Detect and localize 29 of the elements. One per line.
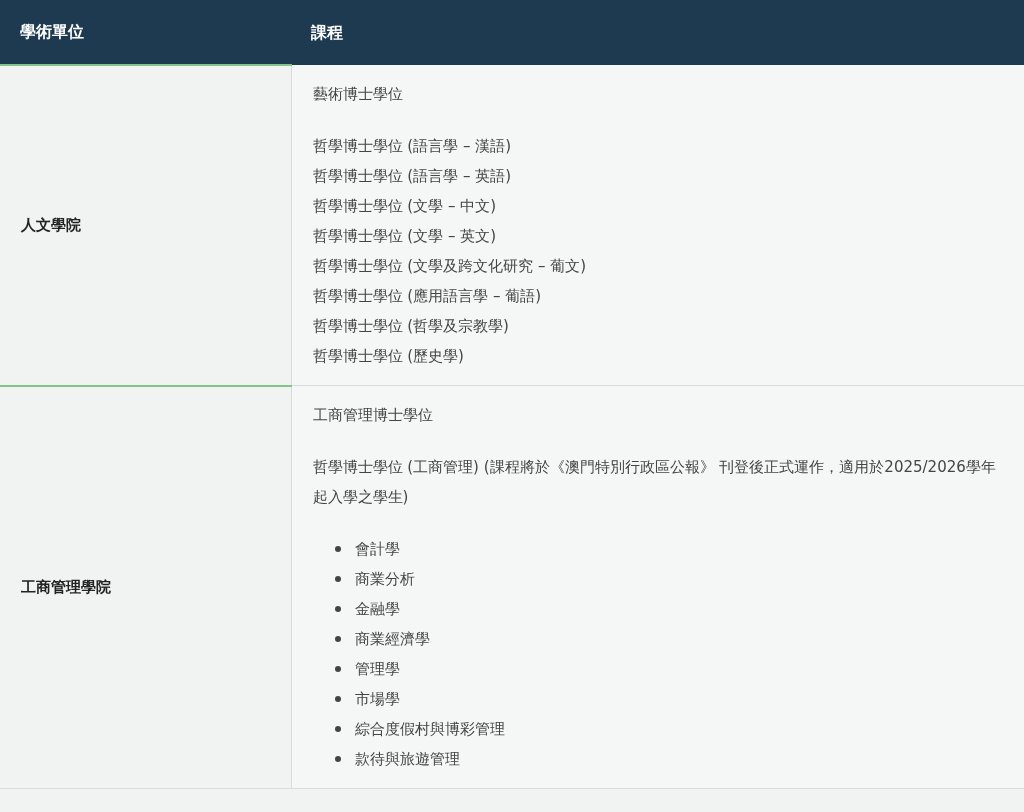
- program-text: 藝術博士學位: [312, 84, 404, 105]
- list-item-text: 商業經濟學: [354, 629, 430, 650]
- program-text: 哲學博士學位 (語言學 – 英語): [312, 166, 512, 187]
- program-text: 哲學博士學位 (歷史學): [312, 346, 465, 367]
- list-item-text: 款待與旅遊管理: [354, 749, 460, 770]
- bullet-icon: [334, 756, 341, 762]
- list-item-text: 市場學: [354, 689, 400, 710]
- bullet-icon: [334, 696, 341, 702]
- list-item-text: 金融學: [354, 599, 400, 620]
- bullet-icon: [334, 666, 341, 672]
- program-text: 哲學博士學位 (文學及跨文化研究 – 葡文): [312, 256, 587, 277]
- list-item-text: 管理學: [354, 659, 400, 680]
- column-header: 學術單位: [0, 0, 291, 65]
- program-text: 哲學博士學位 (語言學 – 漢語): [312, 136, 512, 157]
- program-text: 工商管理博士學位: [312, 405, 434, 426]
- program-text: 哲學博士學位 (文學 – 英文): [312, 226, 497, 247]
- list-item-text: 會計學: [354, 539, 400, 560]
- list-item-text: 商業分析: [354, 569, 415, 590]
- bullet-icon: [334, 576, 341, 582]
- program-text: 哲學博士學位 (哲學及宗教學): [312, 316, 510, 337]
- bullet-icon: [334, 606, 341, 612]
- bullet-icon: [334, 726, 341, 732]
- list-item-text: 綜合度假村與博彩管理: [354, 719, 505, 740]
- bullet-icon: [334, 546, 341, 552]
- program-text: 哲學博士學位 (工商管理) (課程將於《澳門特別行政區公報》 刊登後正式運作，適用於2025/2026學年起入學之學生): [312, 457, 997, 508]
- bullet-icon: [334, 636, 341, 642]
- column-header: 課程: [291, 0, 1024, 65]
- program-text: 哲學博士學位 (應用語言學 – 葡語): [312, 286, 542, 307]
- program-text: 哲學博士學位 (文學 – 中文): [312, 196, 497, 217]
